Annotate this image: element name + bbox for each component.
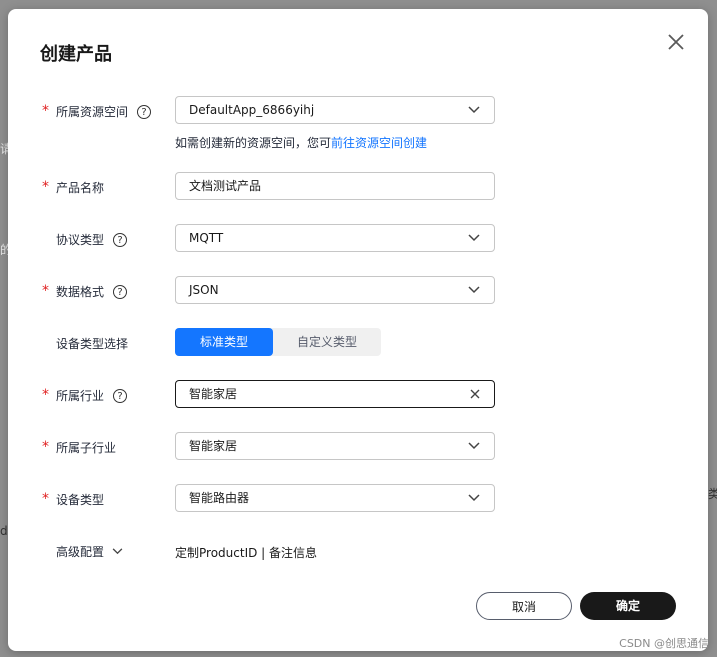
dialog-title: 创建产品: [40, 44, 112, 65]
chevron-down-icon: [468, 494, 480, 502]
bg-fragment: 类: [708, 487, 717, 501]
format-select[interactable]: JSON: [175, 276, 495, 304]
device-type-segmented: 标准类型 自定义类型: [175, 328, 381, 356]
required-mark: *: [42, 179, 49, 195]
close-icon[interactable]: [665, 31, 687, 53]
industry-label-wrap: 所属行业 ?: [56, 387, 128, 404]
chevron-down-icon: [468, 286, 480, 294]
format-label: 数据格式: [56, 285, 105, 299]
help-icon[interactable]: ?: [113, 284, 128, 299]
space-label: 所属资源空间: [56, 105, 129, 119]
required-mark: *: [42, 491, 49, 507]
format-value: JSON: [189, 283, 219, 297]
standard-type-option[interactable]: 标准类型: [175, 328, 273, 356]
device-type-choice-label: 设备类型选择: [56, 337, 129, 351]
chevron-down-icon: [468, 442, 480, 450]
sub-industry-label: 所属子行业: [56, 441, 117, 455]
industry-select[interactable]: 智能家居: [175, 380, 495, 408]
industry-label: 所属行业: [56, 389, 105, 403]
required-mark: *: [42, 387, 49, 403]
custom-type-option[interactable]: 自定义类型: [273, 328, 381, 356]
create-product-dialog: 创建产品 * 所属资源空间 ? DefaultApp_6866yihj 如需创建…: [8, 9, 708, 651]
required-mark: *: [42, 283, 49, 299]
name-input[interactable]: 文档测试产品: [175, 172, 495, 200]
sub-industry-select[interactable]: 智能家居: [175, 432, 495, 460]
device-type-value: 智能路由器: [189, 491, 250, 505]
required-mark: *: [42, 103, 49, 119]
clear-icon[interactable]: [470, 389, 480, 399]
format-label-wrap: 数据格式 ?: [56, 283, 128, 300]
industry-value: 智能家居: [189, 387, 238, 401]
help-icon[interactable]: ?: [113, 388, 128, 403]
name-label: 产品名称: [56, 181, 105, 195]
help-icon[interactable]: ?: [137, 104, 152, 119]
device-type-select[interactable]: 智能路由器: [175, 484, 495, 512]
protocol-select[interactable]: MQTT: [175, 224, 495, 252]
space-hint-text: 如需创建新的资源空间，您可: [175, 136, 332, 150]
protocol-label-wrap: 协议类型 ?: [56, 231, 128, 248]
protocol-value: MQTT: [189, 231, 224, 245]
protocol-label: 协议类型: [56, 233, 105, 247]
bg-fragment: d: [0, 524, 8, 538]
space-label-wrap: 所属资源空间 ?: [56, 103, 152, 120]
name-value: 文档测试产品: [189, 179, 262, 193]
confirm-button[interactable]: 确定: [580, 592, 676, 620]
cancel-button[interactable]: 取消: [476, 592, 572, 620]
required-mark: *: [42, 439, 49, 455]
help-icon[interactable]: ?: [113, 232, 128, 247]
device-type-label: 设备类型: [56, 493, 105, 507]
space-hint: 如需创建新的资源空间，您可前往资源空间创建: [175, 134, 427, 151]
create-space-link[interactable]: 前往资源空间创建: [331, 136, 427, 150]
chevron-down-icon: [468, 106, 480, 114]
watermark: CSDN @创思通信: [619, 637, 709, 650]
advanced-summary: 定制ProductID | 备注信息: [175, 546, 318, 560]
sub-industry-value: 智能家居: [189, 439, 238, 453]
chevron-down-icon: [112, 548, 123, 555]
advanced-toggle[interactable]: 高级配置: [56, 543, 123, 560]
space-value: DefaultApp_6866yihj: [189, 103, 315, 117]
advanced-label: 高级配置: [56, 545, 105, 559]
space-select[interactable]: DefaultApp_6866yihj: [175, 96, 495, 124]
chevron-down-icon: [468, 234, 480, 242]
